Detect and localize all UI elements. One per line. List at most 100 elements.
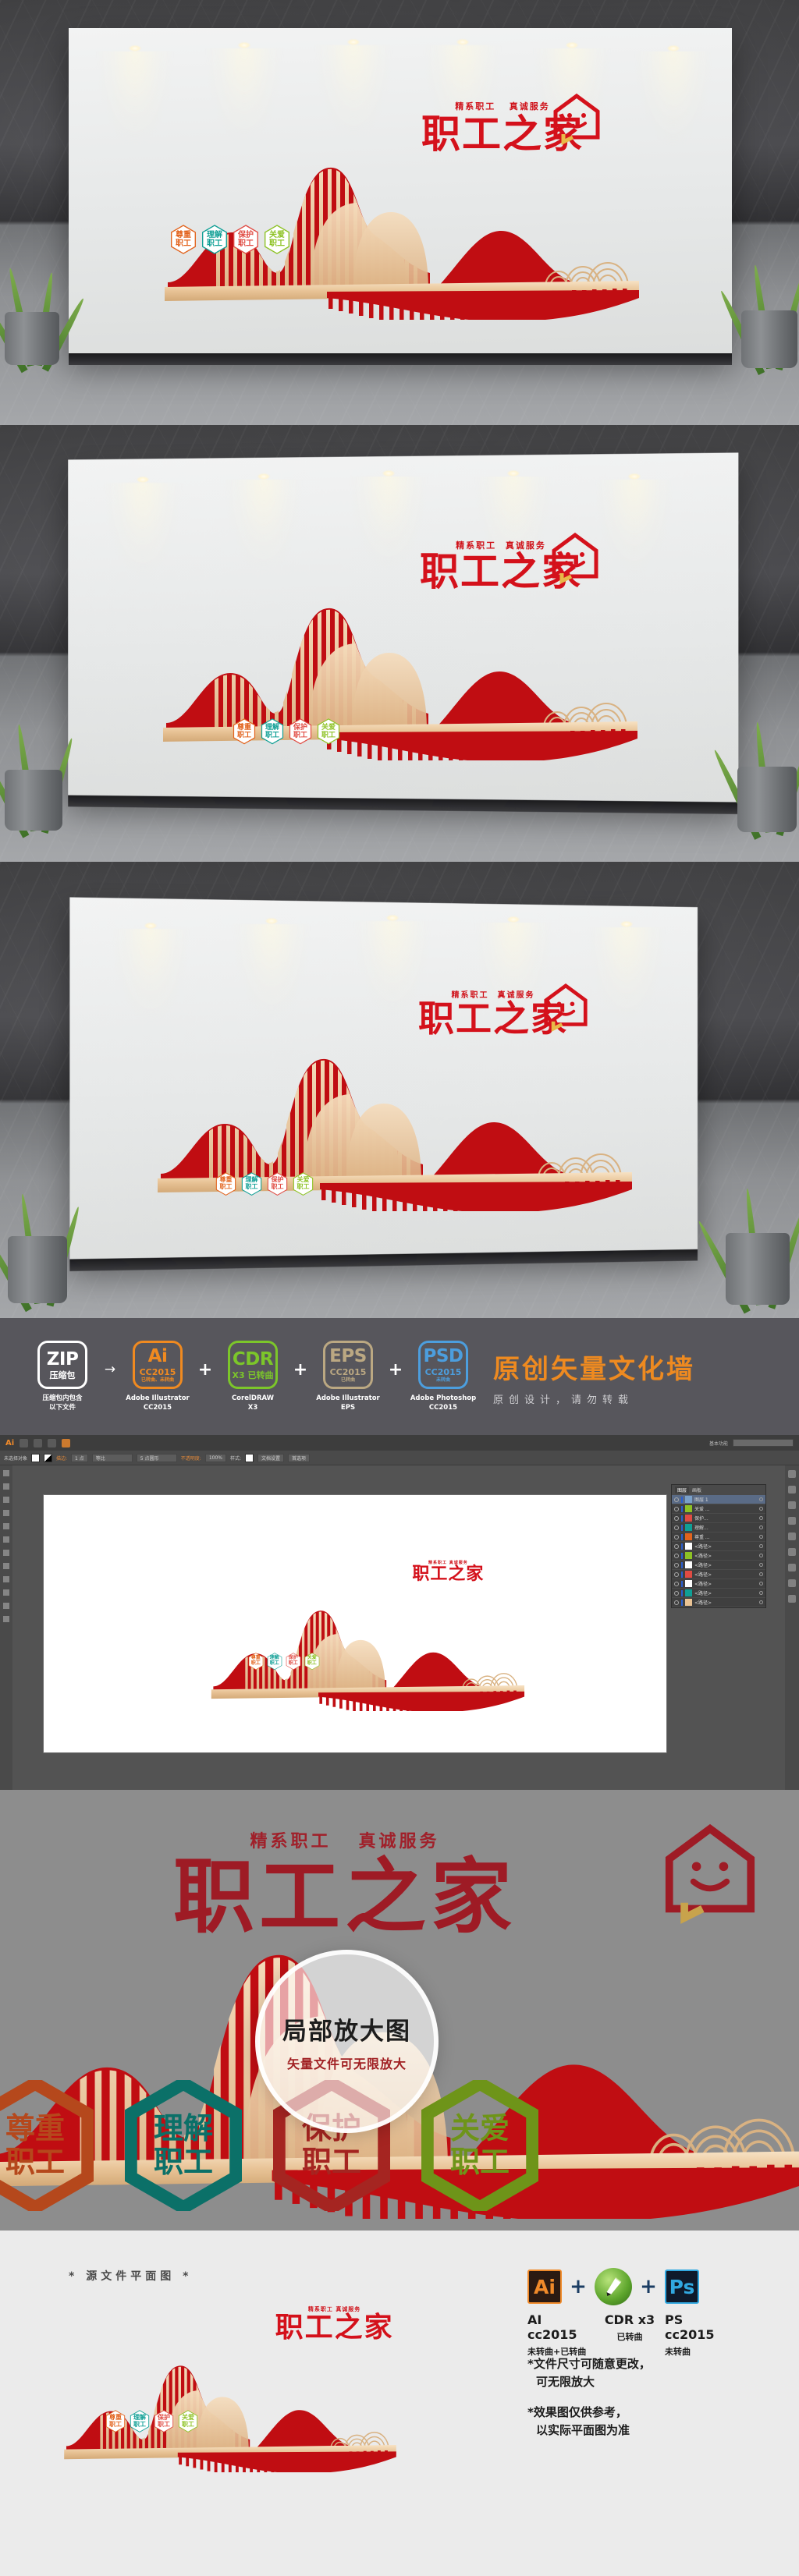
tab-layers[interactable]: 图层: [675, 1486, 690, 1494]
layer-row[interactable]: 保护...: [672, 1514, 765, 1523]
layer-visibility-icon[interactable]: [674, 1506, 679, 1511]
zoom-tool-icon[interactable]: [3, 1589, 9, 1596]
brush-select[interactable]: 5 点圆形: [136, 1453, 177, 1462]
layer-visibility-icon[interactable]: [674, 1571, 679, 1577]
hex-badge-text: 关爱 职工: [264, 225, 290, 254]
artboards-panel-icon[interactable]: [788, 1595, 796, 1603]
bridge-icon[interactable]: [20, 1438, 29, 1447]
brush-tool-icon[interactable]: [3, 1536, 9, 1543]
layer-target-icon[interactable]: [759, 1535, 763, 1539]
artboard[interactable]: 精系职工 真诚服务 职工之家 尊重 职工 理解 职工 保护 职工 关爱 职工: [44, 1495, 666, 1752]
software-name: CDR x3: [604, 2312, 655, 2327]
hex-line-1: 关爱: [449, 2111, 510, 2146]
layer-row[interactable]: <路径>: [672, 1551, 765, 1561]
layer-target-icon[interactable]: [759, 1507, 763, 1511]
stroke-swatch[interactable]: [44, 1453, 53, 1462]
stroke-weight-select[interactable]: 1 点: [71, 1453, 88, 1462]
layer-thumbnail: [685, 1496, 692, 1503]
layer-target-icon[interactable]: [759, 1544, 763, 1548]
layer-target-icon[interactable]: [759, 1554, 763, 1557]
layer-lock-indicator: [681, 1580, 683, 1587]
hex-badge-text: 理解 职工: [201, 225, 228, 254]
workspace-switcher[interactable]: 基本功能: [709, 1439, 794, 1447]
layer-row[interactable]: 图层 1: [672, 1495, 765, 1504]
layer-target-icon[interactable]: [759, 1600, 763, 1604]
stroke-profile-select[interactable]: 等比: [91, 1453, 133, 1462]
layer-target-icon[interactable]: [759, 1572, 763, 1576]
ai-canvas[interactable]: 精系职工 真诚服务 职工之家 尊重 职工 理解 职工 保护 职工 关爱 职工 图层 画板 图层…: [12, 1465, 785, 1790]
brushes-panel-icon[interactable]: [788, 1501, 796, 1509]
hex-badge: 尊重 职工: [105, 2410, 126, 2432]
spotlight: [620, 921, 633, 927]
layer-target-icon[interactable]: [759, 1516, 763, 1520]
strip-text-block: 原创矢量文化墙 原创设计，请勿转载: [493, 1348, 695, 1406]
layer-row[interactable]: 理解...: [672, 1523, 765, 1532]
swatches-panel-icon[interactable]: [788, 1486, 796, 1494]
layer-target-icon[interactable]: [759, 1582, 763, 1586]
selection-status: 未选择对象: [4, 1455, 28, 1462]
transparency-panel-icon[interactable]: [788, 1548, 796, 1556]
sync-icon[interactable]: [62, 1438, 71, 1447]
layer-visibility-icon[interactable]: [674, 1497, 679, 1502]
layer-row[interactable]: <路径>: [672, 1598, 765, 1607]
layer-target-icon[interactable]: [759, 1563, 763, 1567]
layers-panel-tabs[interactable]: 图层 画板: [672, 1485, 765, 1495]
arrange-documents-icon[interactable]: [48, 1438, 57, 1447]
layer-target-icon[interactable]: [759, 1497, 763, 1501]
layer-row[interactable]: 关爱 ...: [672, 1504, 765, 1514]
search-input[interactable]: [733, 1439, 794, 1447]
appearance-panel-icon[interactable]: [788, 1564, 796, 1571]
layer-name: 保护...: [694, 1516, 708, 1522]
layer-row[interactable]: <路径>: [672, 1589, 765, 1598]
layers-list[interactable]: 图层 1 关爱 ... 保护... 理解... 尊重 ... <路径> <路径> <路径> <路…: [672, 1495, 765, 1607]
layer-row[interactable]: <路径>: [672, 1561, 765, 1570]
layer-visibility-icon[interactable]: [674, 1525, 679, 1530]
hex-line-2: 职工: [182, 2420, 194, 2428]
layer-row[interactable]: <路径>: [672, 1579, 765, 1589]
gradient-tool-icon[interactable]: [3, 1576, 9, 1582]
layer-visibility-icon[interactable]: [674, 1534, 679, 1540]
type-tool-icon[interactable]: [3, 1510, 9, 1516]
layer-visibility-icon[interactable]: [674, 1590, 679, 1596]
hex-line-2: 职工: [288, 1660, 298, 1667]
hex-badge: 关爱 职工: [293, 1172, 314, 1196]
eyedropper-tool-icon[interactable]: [3, 1616, 9, 1622]
rectangle-tool-icon[interactable]: [3, 1523, 9, 1529]
layer-visibility-icon[interactable]: [674, 1581, 679, 1586]
layer-visibility-icon[interactable]: [674, 1562, 679, 1568]
direct-selection-tool-icon[interactable]: [3, 1483, 9, 1490]
document-setup-button[interactable]: 文档设置: [257, 1453, 285, 1462]
eraser-tool-icon[interactable]: [3, 1550, 9, 1556]
footer-artwork: 精系职工 真诚服务 职工之家 尊重 职工 理解 职工 保护 职工 关爱 职工: [43, 2306, 417, 2472]
rotate-tool-icon[interactable]: [3, 1563, 9, 1569]
selection-tool-icon[interactable]: [3, 1470, 9, 1476]
color-panel-icon[interactable]: [788, 1470, 796, 1478]
opacity-value[interactable]: 100%: [204, 1453, 226, 1462]
plant-left-3: [0, 1119, 82, 1313]
hand-tool-icon[interactable]: [3, 1603, 9, 1609]
symbols-panel-icon[interactable]: [788, 1517, 796, 1525]
tab-artboards[interactable]: 画板: [692, 1486, 701, 1494]
layer-visibility-icon[interactable]: [674, 1515, 679, 1521]
layer-target-icon[interactable]: [759, 1525, 763, 1529]
hex-badge: 尊重 职工: [0, 2080, 94, 2211]
preferences-button[interactable]: 首选项: [288, 1453, 311, 1462]
fill-swatch[interactable]: [31, 1453, 41, 1462]
layers-panel[interactable]: 图层 画板 图层 1 关爱 ... 保护... 理解... 尊重 ... <路径> <路径>…: [671, 1484, 766, 1608]
hex-badge-text: 尊重 职工: [105, 2410, 126, 2432]
layer-row[interactable]: 尊重 ...: [672, 1532, 765, 1542]
layer-visibility-icon[interactable]: [674, 1600, 679, 1605]
graphic-style-swatch[interactable]: [245, 1453, 254, 1462]
layer-row[interactable]: <路径>: [672, 1570, 765, 1579]
layer-row[interactable]: <路径>: [672, 1542, 765, 1551]
layer-visibility-icon[interactable]: [674, 1543, 679, 1549]
layer-visibility-icon[interactable]: [674, 1553, 679, 1558]
layer-target-icon[interactable]: [759, 1591, 763, 1595]
stroke-panel-icon[interactable]: [788, 1532, 796, 1540]
ai-toolbar[interactable]: [0, 1465, 12, 1790]
format-caption: Adobe Illustrator EPS: [316, 1394, 380, 1412]
pen-tool-icon[interactable]: [3, 1497, 9, 1503]
layers-panel-icon[interactable]: [788, 1579, 796, 1587]
ai-panel-rail[interactable]: [785, 1465, 799, 1790]
stock-icon[interactable]: [34, 1438, 43, 1447]
